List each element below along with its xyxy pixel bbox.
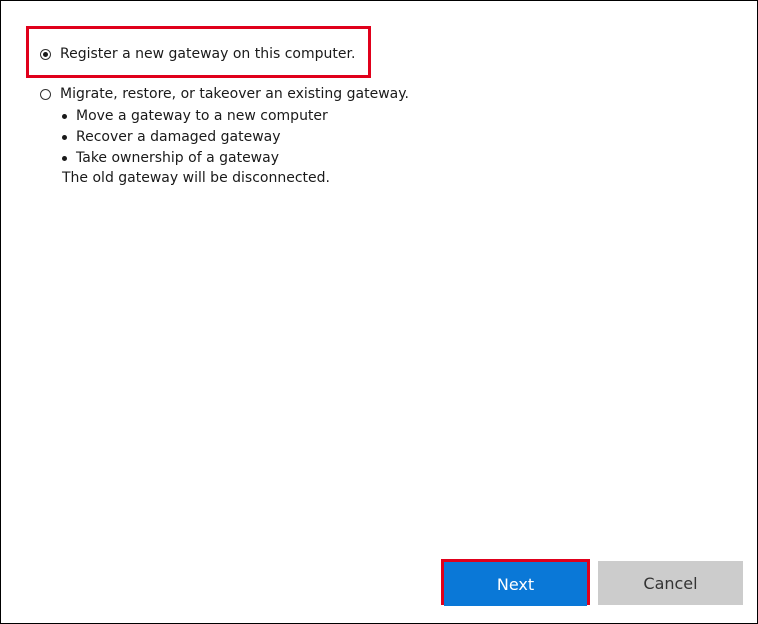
migrate-note: The old gateway will be disconnected. — [62, 170, 330, 186]
list-item: Move a gateway to a new computer — [62, 106, 328, 127]
bullet-icon — [62, 135, 67, 140]
migrate-option-label: Migrate, restore, or takeover an existin… — [60, 86, 409, 102]
bullet-icon — [62, 156, 67, 161]
migrate-bullet-list: Move a gateway to a new computer Recover… — [62, 106, 328, 169]
bullet-text: Take ownership of a gateway — [76, 150, 279, 166]
register-option-label: Register a new gateway on this computer. — [60, 46, 356, 62]
bullet-text: Move a gateway to a new computer — [76, 108, 328, 124]
list-item: Take ownership of a gateway — [62, 148, 328, 169]
register-radio-button[interactable] — [40, 48, 51, 60]
migrate-gateway-option[interactable]: Migrate, restore, or takeover an existin… — [40, 85, 409, 103]
next-button[interactable]: Next — [444, 562, 587, 606]
cancel-button[interactable]: Cancel — [598, 561, 743, 605]
bullet-icon — [62, 114, 67, 119]
radio-selected-dot — [43, 51, 48, 57]
dialog-window: Register a new gateway on this computer.… — [0, 0, 758, 624]
migrate-radio-button[interactable] — [40, 88, 51, 100]
list-item: Recover a damaged gateway — [62, 127, 328, 148]
register-new-gateway-option[interactable]: Register a new gateway on this computer. — [40, 45, 355, 63]
bullet-text: Recover a damaged gateway — [76, 129, 281, 145]
